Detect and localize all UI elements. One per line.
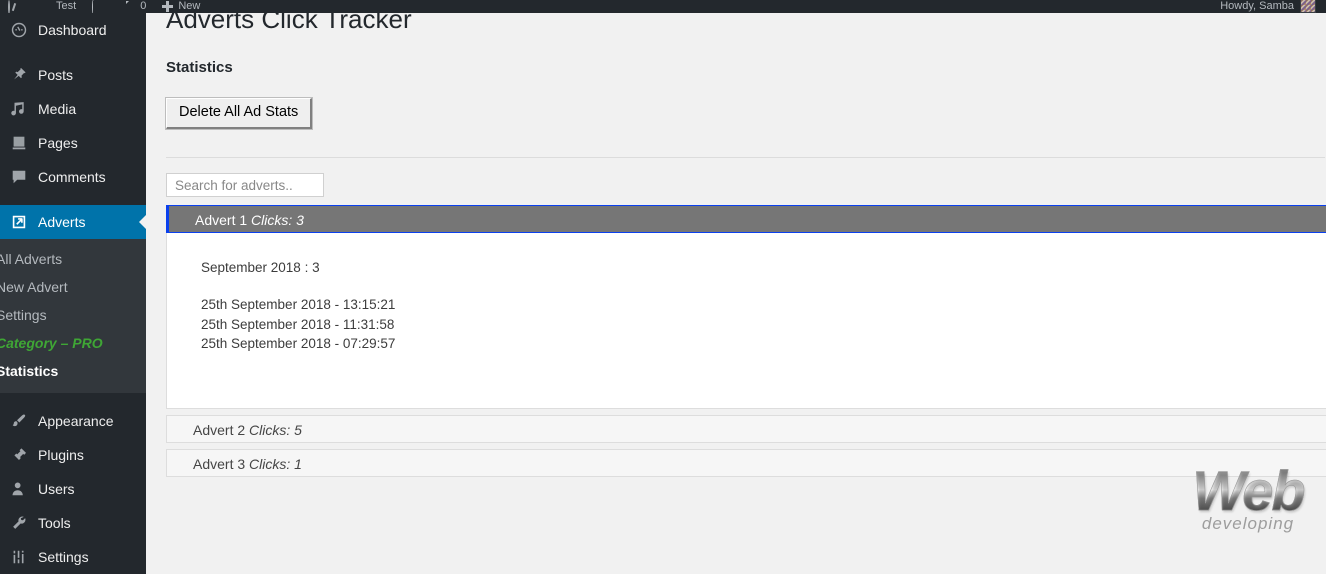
admin-bar-label-site: Test [56, 0, 77, 12]
admin-bar-item-new[interactable]: New [154, 0, 208, 13]
plug-icon [8, 445, 30, 465]
sidebar-item-media[interactable]: Media [0, 92, 146, 126]
sidebar-item-label-posts: Posts [38, 67, 74, 83]
admin-bar-left-group: Test 0 New [0, 0, 208, 13]
content-wrap: Adverts Click Tracker Statistics Delete … [146, 13, 1326, 564]
accordion-clicks-advert-1: Clicks: 3 [251, 212, 304, 229]
admin-sidebar[interactable]: Dashboard Posts Media Pages Comments Adv… [0, 13, 146, 574]
sidebar-subitem-statistics[interactable]: Statistics [0, 357, 146, 385]
sidebar-item-label-settings: Settings [38, 549, 89, 565]
admin-bar-label-new: New [178, 0, 201, 12]
avatar[interactable] [1300, 0, 1316, 13]
click-entry: 25th September 2018 - 13:15:21 [201, 297, 396, 313]
sidebar-submenu-adverts[interactable]: All Adverts New Advert Settings Category… [0, 239, 146, 393]
comment-icon [8, 167, 30, 187]
sidebar-divider-1 [0, 47, 146, 58]
admin-bar-item-site[interactable]: Test [32, 0, 84, 13]
statistics-heading: Statistics [166, 58, 233, 76]
accordion-header-advert-1[interactable]: Advert 1 Clicks: 3 [166, 205, 1326, 234]
sidebar-item-posts[interactable]: Posts [0, 58, 146, 92]
delete-all-ad-stats-button[interactable]: Delete All Ad Stats [166, 97, 313, 130]
admin-bar-item-updates[interactable] [84, 0, 116, 13]
sidebar-item-settings[interactable]: Settings [0, 540, 146, 574]
sidebar-item-comments[interactable]: Comments [0, 160, 146, 194]
web-developing-watermark: Web developing [1186, 459, 1310, 552]
adverts-accordion[interactable]: Advert 1 Clicks: 3 September 2018 : 3 25… [166, 205, 1326, 478]
sidebar-item-plugins[interactable]: Plugins [0, 438, 146, 472]
sidebar-item-pages[interactable]: Pages [0, 126, 146, 160]
wrench-icon [8, 513, 30, 533]
sidebar-item-label-dashboard: Dashboard [38, 22, 107, 38]
accordion-title-advert-1: Advert 1 [195, 212, 248, 229]
admin-bar-right-group: Howdy, Samba [1212, 0, 1326, 13]
accordion-title-advert-2: Advert 2 [193, 422, 246, 439]
admin-bar-item-wordpress[interactable] [0, 0, 32, 13]
watermark-developing-text: developing [1201, 514, 1295, 533]
sidebar-item-dashboard[interactable]: Dashboard [0, 13, 146, 47]
sidebar-item-users[interactable]: Users [0, 472, 146, 506]
accordion-clicks-advert-2: Clicks: 5 [249, 422, 302, 439]
click-list-advert-1: 25th September 2018 - 13:15:21 25th Sept… [201, 295, 1326, 354]
sidebar-subitem-category-pro[interactable]: Category – PRO [0, 329, 146, 357]
accordion-clicks-advert-3: Clicks: 1 [249, 456, 302, 473]
user-icon [8, 479, 30, 499]
accordion-header-advert-2[interactable]: Advert 2 Clicks: 5 [166, 415, 1326, 444]
sidebar-item-label-tools: Tools [38, 515, 71, 531]
sidebar-divider-3 [0, 393, 146, 404]
external-link-icon [8, 212, 30, 232]
sliders-icon [8, 547, 30, 567]
click-entry: 25th September 2018 - 07:29:57 [201, 336, 396, 352]
watermark-web-text: Web [1186, 459, 1310, 522]
comment-icon [124, 1, 136, 13]
admin-bar-label-comments: 0 [140, 0, 147, 12]
content-divider [166, 157, 1325, 159]
page-title: Adverts Click Tracker [166, 13, 412, 34]
sidebar-item-label-users: Users [38, 481, 75, 497]
sidebar-item-tools[interactable]: Tools [0, 506, 146, 540]
sidebar-item-label-comments: Comments [38, 169, 106, 185]
sidebar-item-label-appearance: Appearance [38, 413, 114, 429]
accordion-title-advert-3: Advert 3 [193, 456, 246, 473]
sidebar-subitem-all-adverts[interactable]: All Adverts [0, 245, 146, 273]
screen-root: Test 0 New Howdy, Samba Dashboard Posts … [0, 0, 1326, 574]
accordion-header-advert-3[interactable]: Advert 3 Clicks: 1 [166, 449, 1326, 478]
pin-icon [8, 65, 30, 85]
sidebar-item-label-adverts: Adverts [38, 214, 86, 230]
admin-bar: Test 0 New Howdy, Samba [0, 0, 1326, 13]
sidebar-item-label-media: Media [38, 101, 77, 117]
sidebar-subitem-new-advert[interactable]: New Advert [0, 273, 146, 301]
brush-icon [8, 411, 30, 431]
page-icon [8, 133, 30, 153]
sidebar-item-label-plugins: Plugins [38, 447, 84, 463]
admin-bar-howdy[interactable]: Howdy, Samba [1212, 0, 1300, 13]
admin-bar-item-comments[interactable]: 0 [116, 0, 154, 13]
sidebar-item-adverts[interactable]: Adverts [0, 205, 146, 239]
month-summary-advert-1: September 2018 : 3 [201, 260, 320, 276]
search-input[interactable] [166, 173, 324, 198]
click-entry: 25th September 2018 - 11:31:58 [201, 316, 395, 332]
home-icon [40, 1, 52, 13]
wordpress-logo-icon [8, 0, 20, 13]
sidebar-subitem-settings[interactable]: Settings [0, 301, 146, 329]
sidebar-divider-2 [0, 194, 146, 205]
dashboard-icon [8, 20, 30, 40]
plus-icon [162, 1, 174, 13]
refresh-icon [92, 0, 104, 13]
accordion-panel-advert-1: September 2018 : 3 25th September 2018 -… [166, 233, 1326, 410]
main-content: Adverts Click Tracker Statistics Delete … [146, 13, 1326, 574]
sidebar-item-label-pages: Pages [38, 135, 78, 151]
media-icon [8, 99, 30, 119]
sidebar-item-appearance[interactable]: Appearance [0, 404, 146, 438]
